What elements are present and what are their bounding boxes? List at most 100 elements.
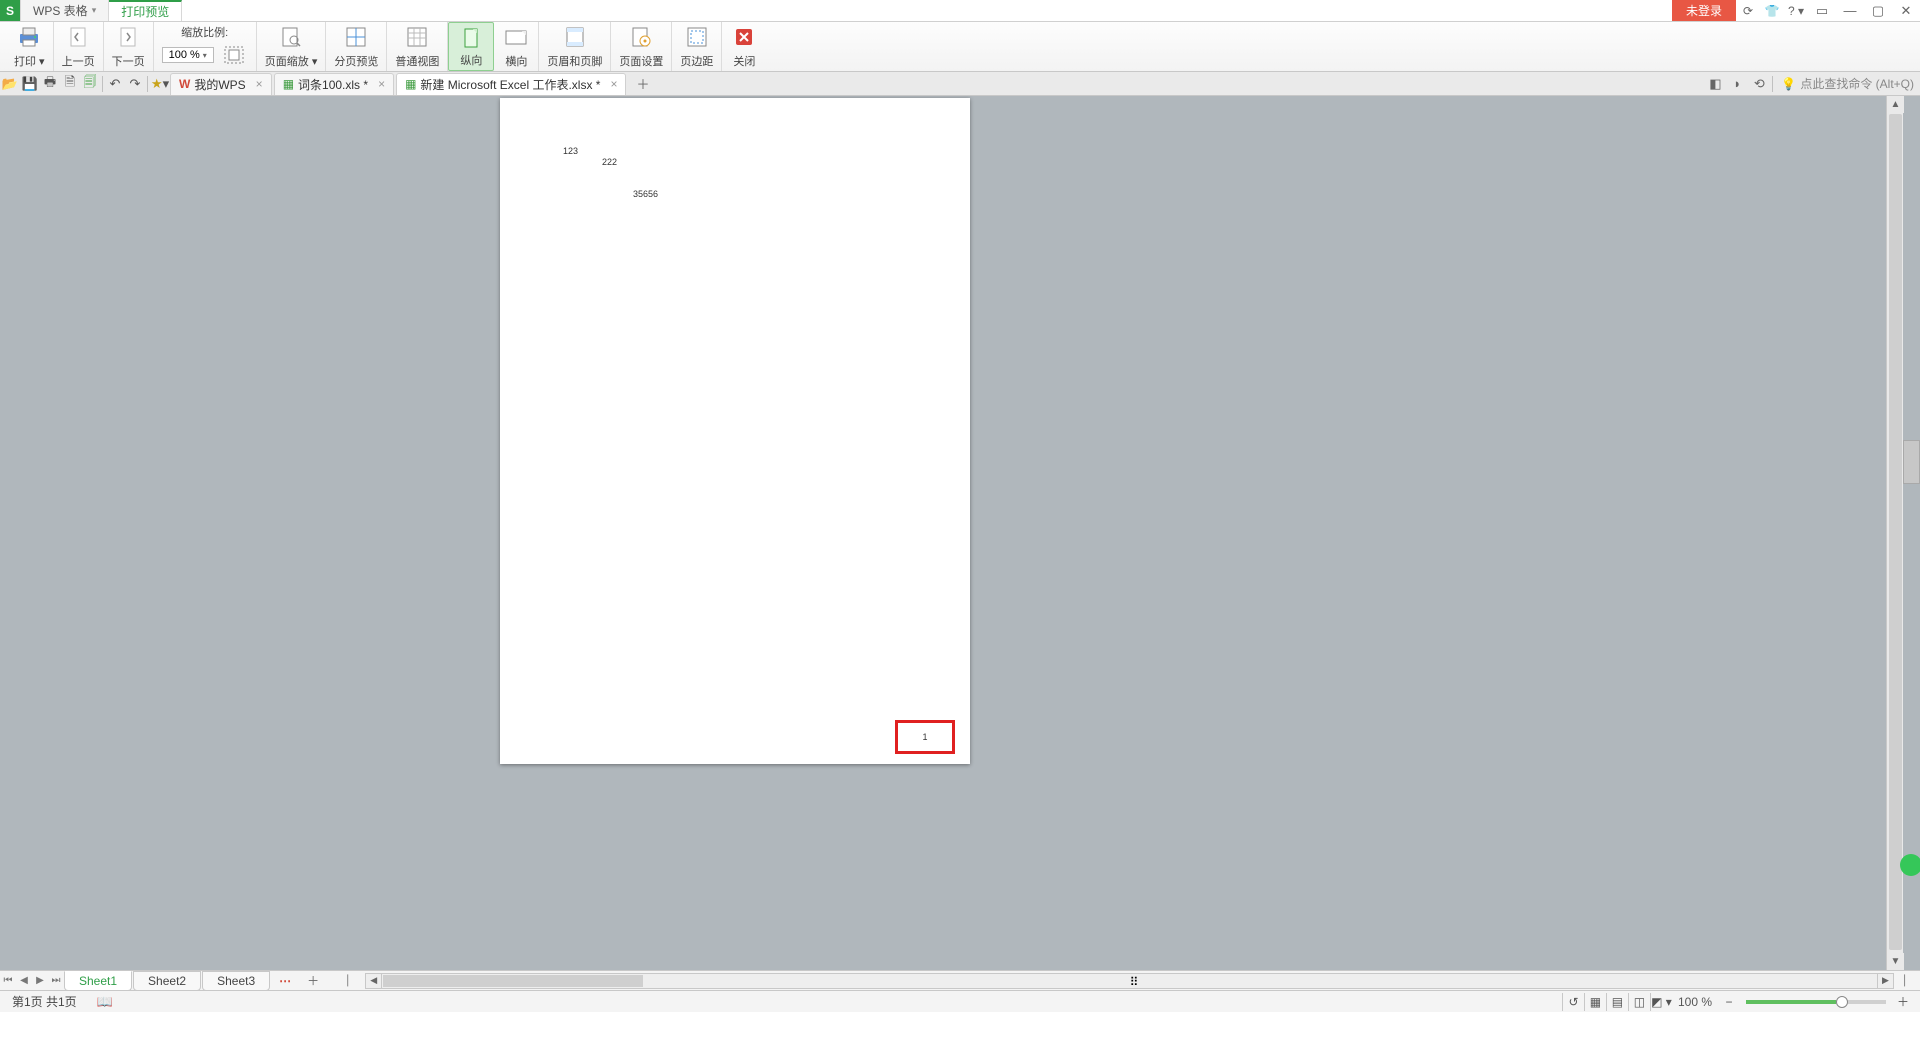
scroll-left-icon[interactable]: ◀ xyxy=(366,974,382,988)
open-icon[interactable]: 📂 xyxy=(0,74,20,94)
sheet-nav-first-icon[interactable]: ⏮ xyxy=(0,975,16,986)
undo-icon[interactable]: ↶ xyxy=(105,74,125,94)
book-icon[interactable]: 📖 xyxy=(97,994,113,1010)
close-preview-icon xyxy=(730,24,758,50)
close-tab-icon[interactable]: × xyxy=(256,77,263,91)
scroll-up-icon[interactable]: ▲ xyxy=(1887,96,1904,113)
sync-status-icon[interactable]: ⟲ xyxy=(1748,76,1770,92)
command-search[interactable]: 💡 点此查找命令 (Alt+Q) xyxy=(1775,75,1920,92)
print-label[interactable]: 打印 ▾ xyxy=(14,53,45,69)
ribbon-landscape[interactable]: 横向 xyxy=(494,22,539,71)
fit-page-icon[interactable] xyxy=(220,42,248,68)
doc-tab-new-excel[interactable]: ▦ 新建 Microsoft Excel 工作表.xlsx * × xyxy=(396,73,626,95)
title-bar: S WPS 表格 ▾ 打印预览 未登录 ⟳ 👕 ? ▾ ▭ — ▢ ✕ xyxy=(0,0,1920,22)
help-icon[interactable]: ? ▾ xyxy=(1784,0,1808,21)
ribbon-margins[interactable]: 页边距 xyxy=(672,22,722,71)
close-tab-icon[interactable]: × xyxy=(610,77,617,91)
view-normal-icon[interactable]: ▦ xyxy=(1584,993,1606,1011)
doc-tab-dictionary[interactable]: ▦ 词条100.xls * × xyxy=(274,73,394,95)
app-name-tab[interactable]: WPS 表格 ▾ xyxy=(21,0,109,21)
login-button[interactable]: 未登录 xyxy=(1672,0,1736,21)
page-prev-icon xyxy=(64,24,92,50)
ribbon-page-zoom[interactable]: 页面缩放 ▾ xyxy=(257,22,327,71)
scroll-down-icon[interactable]: ▼ xyxy=(1887,953,1904,970)
sheet-tab-1[interactable]: Sheet1 xyxy=(64,971,132,991)
page-next-icon xyxy=(114,24,142,50)
view-page-icon[interactable]: ▤ xyxy=(1606,993,1628,1011)
paste-quick-icon[interactable]: 🗐 xyxy=(80,74,100,94)
mode-tab-print-preview[interactable]: 打印预览 xyxy=(109,0,182,21)
ribbon-toggle-icon[interactable]: ▭ xyxy=(1808,0,1836,21)
horizontal-scrollbar[interactable]: ◀ ⠿ ▶ xyxy=(365,973,1894,989)
ribbon-normal-view[interactable]: 普通视图 xyxy=(387,22,448,71)
doc-tab-label: 新建 Microsoft Excel 工作表.xlsx * xyxy=(420,76,600,93)
hscroll-thumb[interactable] xyxy=(383,975,643,987)
ribbon-header-footer[interactable]: 页眉和页脚 xyxy=(539,22,611,71)
sheet-tab-3[interactable]: Sheet3 xyxy=(202,971,270,991)
new-tab-button[interactable]: ＋ xyxy=(628,74,657,93)
printer-icon[interactable] xyxy=(15,24,43,50)
sheet-nav-next-icon[interactable]: ▶ xyxy=(32,975,48,986)
chevron-down-icon: ▾ xyxy=(203,51,207,60)
app-name-label: WPS 表格 xyxy=(33,2,88,19)
ribbon-next-page[interactable]: 下一页 xyxy=(104,22,154,71)
reading-mode-icon[interactable]: ◗ xyxy=(1726,76,1748,91)
minimize-icon[interactable]: — xyxy=(1836,0,1864,21)
ribbon-close[interactable]: 关闭 xyxy=(722,22,766,71)
tshirt-icon[interactable]: 👕 xyxy=(1760,0,1784,21)
quick-access-bar: 📂 💾 🖶 🗎 🗐 ↶ ↷ ★▾ W 我的WPS × ▦ 词条100.xls *… xyxy=(0,72,1920,96)
sheet-overflow-icon[interactable]: ⋯ xyxy=(271,974,299,988)
vertical-scrollbar[interactable]: ▲ ▼ xyxy=(1886,96,1903,970)
save-icon[interactable]: 💾 xyxy=(20,74,40,94)
sheet-tab-2[interactable]: Sheet2 xyxy=(133,971,201,991)
normal-view-icon xyxy=(403,24,431,50)
split-preview-icon xyxy=(342,24,370,50)
scroll-right-icon[interactable]: ▶ xyxy=(1877,974,1893,988)
view-reading-icon[interactable]: ◩ ▾ xyxy=(1650,993,1672,1011)
page-number-highlight: 1 xyxy=(895,720,955,754)
page-zoom-icon xyxy=(277,24,305,50)
cell-c6: 35656 xyxy=(633,189,658,199)
zoom-in-icon[interactable]: ＋ xyxy=(1892,993,1914,1011)
ribbon-page-setup[interactable]: 页面设置 xyxy=(611,22,672,71)
ribbon-split-preview[interactable]: 分页预览 xyxy=(326,22,387,71)
ribbon-prev-page[interactable]: 上一页 xyxy=(54,22,104,71)
titlebar-spacer xyxy=(182,0,1672,21)
lightbulb-icon: 💡 xyxy=(1781,77,1796,91)
zoom-percent-label[interactable]: 100 % xyxy=(1672,995,1718,1009)
favorite-icon[interactable]: ★▾ xyxy=(150,74,170,94)
maximize-icon[interactable]: ▢ xyxy=(1864,0,1892,21)
separator xyxy=(1772,76,1773,92)
assistant-fab[interactable] xyxy=(1900,854,1920,876)
split-preview-label: 分页预览 xyxy=(334,53,378,69)
split-handle[interactable] xyxy=(1903,440,1920,484)
mode-tab-label: 打印预览 xyxy=(121,3,169,20)
zoom-combo[interactable]: 100 %▾ xyxy=(162,47,214,63)
sheet-nav-last-icon[interactable]: ⏭ xyxy=(48,975,64,986)
normal-view-label: 普通视图 xyxy=(395,53,439,69)
scroll-thumb[interactable] xyxy=(1889,114,1902,950)
zoom-ratio-label: 缩放比例: xyxy=(181,24,228,40)
print-quick-icon[interactable]: 🖶 xyxy=(40,74,60,94)
sheet-tab-bar: ⏮ ◀ ▶ ⏭ Sheet1 Sheet2 Sheet3 ⋯ ＋ ⎸ ◀ ⠿ ▶… xyxy=(0,970,1920,990)
doc-tab-mywps[interactable]: W 我的WPS × xyxy=(170,73,272,95)
cell-b3: 222 xyxy=(602,157,617,167)
window-list-icon[interactable]: ◧ xyxy=(1704,76,1726,92)
zoom-slider-knob[interactable] xyxy=(1836,996,1848,1008)
zoom-out-icon[interactable]: − xyxy=(1718,993,1740,1011)
close-tab-icon[interactable]: × xyxy=(378,77,385,91)
sheet-nav-prev-icon[interactable]: ◀ xyxy=(16,975,32,986)
zoom-slider[interactable] xyxy=(1746,1000,1886,1004)
history-icon[interactable]: ↺ xyxy=(1562,993,1584,1011)
close-window-icon[interactable]: ✕ xyxy=(1892,0,1920,21)
add-sheet-button[interactable]: ＋ xyxy=(299,972,327,989)
ribbon-zoom-group: 缩放比例: 100 %▾ xyxy=(154,22,257,71)
ribbon-portrait[interactable]: 纵向 xyxy=(448,22,494,71)
redo-icon[interactable]: ↷ xyxy=(125,74,145,94)
doc-tab-label: 我的WPS xyxy=(194,76,245,93)
print-preview-quick-icon[interactable]: 🗎 xyxy=(60,74,80,94)
portrait-label: 纵向 xyxy=(460,52,482,68)
view-split-icon[interactable]: ◫ xyxy=(1628,993,1650,1011)
close-label: 关闭 xyxy=(733,53,755,69)
sync-icon[interactable]: ⟳ xyxy=(1736,0,1760,21)
